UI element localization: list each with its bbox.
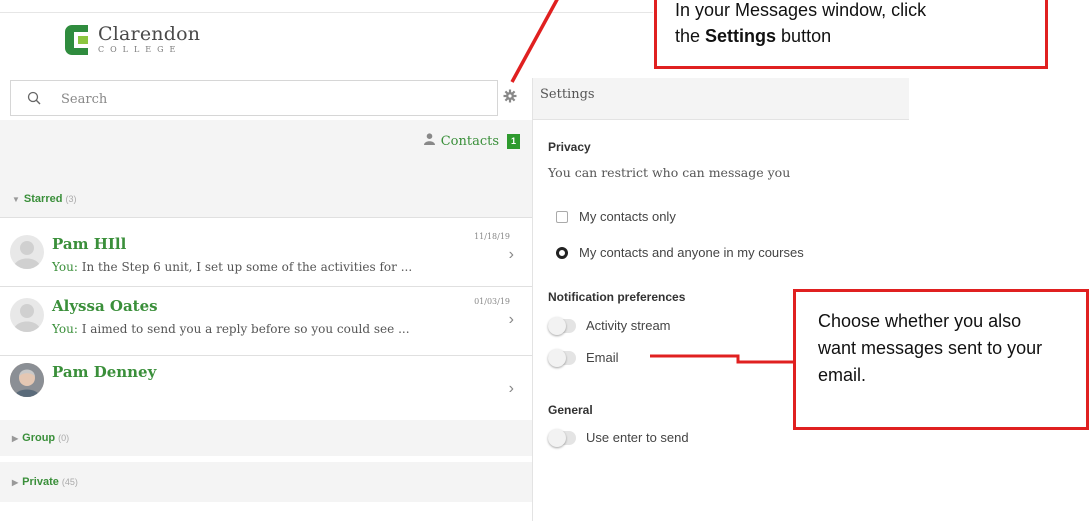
callout-text: Choose whether you also want messages se… bbox=[818, 311, 1043, 385]
callout-email-instruction: Choose whether you also want messages se… bbox=[793, 289, 1089, 430]
callout-line-2: the Settings button bbox=[675, 26, 832, 46]
annotation-arrows bbox=[510, 0, 793, 364]
callout-line-1: In your Messages window, click bbox=[675, 0, 927, 20]
callout-settings-instruction: In your Messages window, click the Setti… bbox=[654, 0, 1048, 69]
